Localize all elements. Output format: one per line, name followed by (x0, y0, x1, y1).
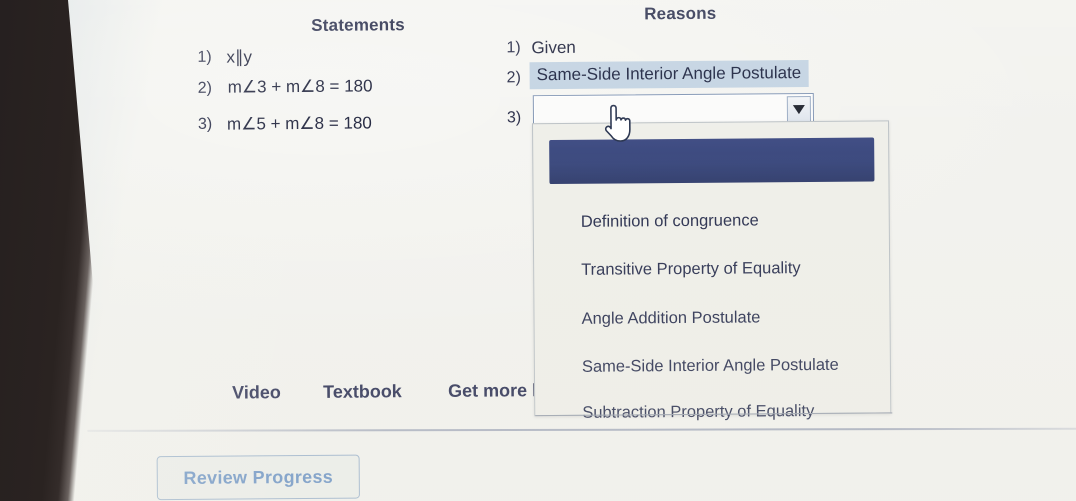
footer-divider (87, 427, 1076, 432)
statement-row-number-3: 3) (197, 115, 213, 133)
textbook-link[interactable]: Textbook (323, 381, 402, 403)
reason-filled-answer-2[interactable]: Same-Side Interior Angle Postulate (529, 60, 809, 90)
chevron-down-glyph (792, 104, 805, 114)
reason-row-number-2: 2) (506, 69, 521, 87)
statement-text-3: m∠5 + m∠8 = 180 (226, 113, 372, 134)
reason-dropdown-list[interactable]: Definition of congruence Transitive Prop… (532, 120, 893, 422)
exercise-canvas: Statements Reasons 1) x∥y 2) m∠3 + m∠8 =… (0, 0, 1076, 501)
dropdown-option-transitive-property-of-equality[interactable]: Transitive Property of Equality (581, 259, 801, 280)
dropdown-option-highlighted[interactable] (549, 137, 875, 185)
statement-row-number-1: 1) (197, 48, 212, 66)
dropdown-option-definition-of-congruence[interactable]: Definition of congruence (581, 211, 759, 231)
reason-text-1: Given (531, 37, 576, 58)
video-link[interactable]: Video (232, 382, 281, 403)
reason-row-number-3: 3) (506, 109, 522, 127)
review-progress-button[interactable]: Review Progress (156, 454, 360, 501)
reason-row-number-1: 1) (506, 39, 521, 57)
exercise-screenshot: Statements Reasons 1) x∥y 2) m∠3 + m∠8 =… (0, 0, 1076, 501)
dropdown-option-angle-addition-postulate[interactable]: Angle Addition Postulate (581, 308, 760, 328)
statement-row-number-2: 2) (197, 79, 213, 97)
statement-text-1: x∥y (226, 47, 253, 67)
statements-column-header: Statements (311, 15, 405, 35)
reasons-column-header: Reasons (644, 3, 717, 24)
dropdown-option-same-side-interior-angle-postulate[interactable]: Same-Side Interior Angle Postulate (582, 356, 839, 377)
chevron-down-icon[interactable] (786, 96, 812, 123)
get-more-help-link[interactable]: Get more h (448, 380, 543, 402)
statement-text-2: m∠3 + m∠8 = 180 (227, 76, 373, 97)
